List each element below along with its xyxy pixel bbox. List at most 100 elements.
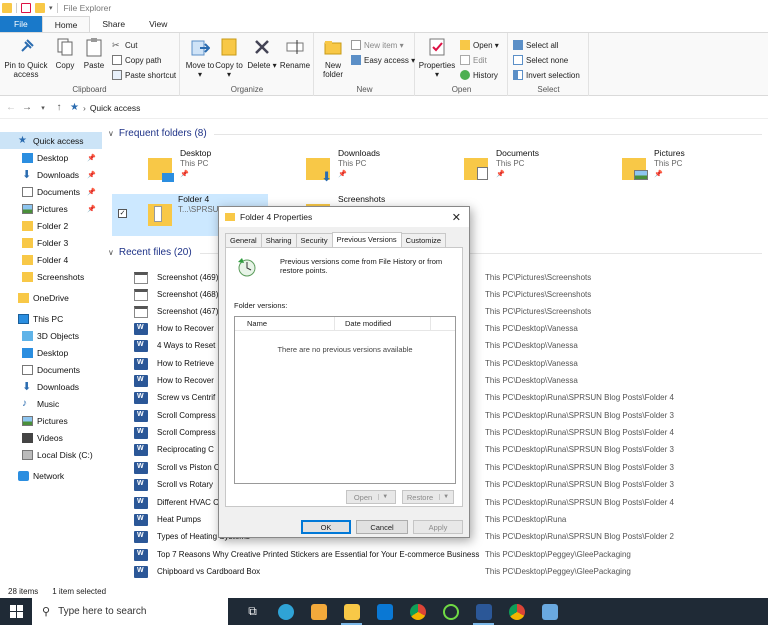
nav-item-3d-objects[interactable]: 3D Objects — [0, 327, 102, 344]
nav-item-downloads[interactable]: ⬇ Downloads 📌 — [0, 166, 102, 183]
recent-files-heading[interactable]: ∨ Recent files (20) — [108, 247, 192, 258]
nav-item-label: Folder 3 — [37, 237, 69, 248]
tab-general[interactable]: General — [225, 233, 262, 247]
nav-item-folder-4[interactable]: Folder 4 — [0, 251, 102, 268]
breadcrumb[interactable]: ★ › Quick access — [70, 102, 140, 113]
folder-tile-documents[interactable]: Documents This PC 📌 — [422, 148, 580, 190]
history-button[interactable]: History — [460, 70, 498, 80]
chrome-app[interactable] — [401, 598, 434, 625]
cancel-button[interactable]: Cancel — [356, 520, 408, 534]
edit-button[interactable]: Edit — [460, 55, 487, 65]
nav-item-pictures[interactable]: Pictures 📌 — [0, 200, 102, 217]
tab-file[interactable]: File — [0, 16, 42, 32]
nav-item-videos[interactable]: Videos — [0, 429, 102, 446]
new-item-button[interactable]: New item ▾ — [351, 40, 404, 50]
list-item[interactable]: Chipboard vs Cardboard Box This PC\Deskto… — [134, 563, 764, 580]
mail-icon — [376, 603, 393, 620]
rename-button[interactable]: Rename — [279, 36, 311, 70]
nav-item-documents-pc[interactable]: Documents — [0, 361, 102, 378]
move-to-button[interactable]: Move to ▾ — [185, 36, 215, 79]
desktop-icon — [22, 152, 33, 163]
nav-item-quick-access[interactable]: ★ Quick access — [0, 132, 102, 149]
file-explorer-app[interactable] — [335, 598, 368, 625]
nav-item-screenshots[interactable]: Screenshots — [0, 268, 102, 285]
list-item[interactable]: Top 7 Reasons Why Creative Printed Stick… — [134, 546, 764, 563]
tab-home[interactable]: Home — [41, 16, 91, 32]
pin-quick-access-button[interactable]: Pin to Quick access — [4, 36, 48, 79]
paste-button[interactable]: Paste — [80, 36, 108, 70]
back-arrow-icon[interactable]: ← — [6, 102, 16, 113]
nav-item-documents[interactable]: Documents 📌 — [0, 183, 102, 200]
new-folder-icon[interactable] — [35, 3, 45, 13]
close-icon[interactable]: ✕ — [452, 211, 461, 224]
open-version-button[interactable]: Open ▼ — [346, 490, 396, 504]
tab-previous-versions[interactable]: Previous Versions — [331, 232, 402, 248]
invert-selection-button[interactable]: Invert selection — [513, 70, 580, 80]
nav-item-downloads-pc[interactable]: ⬇ Downloads — [0, 378, 102, 395]
copy-button[interactable]: Copy — [52, 36, 78, 70]
network-app[interactable] — [533, 598, 566, 625]
store-app[interactable] — [302, 598, 335, 625]
up-arrow-icon[interactable]: ↑ — [54, 102, 64, 113]
tab-sharing[interactable]: Sharing — [260, 233, 297, 247]
nav-item-folder-3[interactable]: Folder 3 — [0, 234, 102, 251]
restore-button[interactable]: Restore ▼ — [402, 490, 454, 504]
delete-button[interactable]: Delete ▾ — [247, 36, 277, 70]
start-button[interactable] — [0, 598, 32, 625]
upwork-app[interactable] — [434, 598, 467, 625]
pin-icon[interactable]: 📌 — [87, 188, 96, 196]
chrome-app-2[interactable] — [500, 598, 533, 625]
copy-to-button[interactable]: Copy to ▾ — [215, 36, 243, 79]
open-button[interactable]: Open ▾ — [460, 40, 499, 50]
paste-shortcut-button[interactable]: Paste shortcut — [112, 70, 176, 80]
cut-button[interactable]: ✂ Cut — [112, 40, 137, 50]
nav-item-music[interactable]: ♪ Music — [0, 395, 102, 412]
column-name[interactable]: Name — [235, 317, 335, 330]
new-folder-button[interactable]: New folder — [317, 36, 349, 79]
select-all-button[interactable]: Select all — [513, 40, 558, 50]
column-date-modified[interactable]: Date modified — [335, 317, 431, 330]
properties-icon — [426, 36, 448, 58]
chevron-down-icon[interactable]: ▾ — [49, 4, 53, 12]
copy-path-button[interactable]: Copy path — [112, 55, 161, 65]
upwork-icon — [442, 603, 459, 620]
nav-item-local-disk[interactable]: Local Disk (C:) — [0, 446, 102, 463]
pin-icon[interactable]: 📌 — [87, 205, 96, 213]
tab-view[interactable]: View — [137, 16, 179, 32]
pin-icon[interactable]: 📌 — [87, 154, 96, 162]
selection-checkbox[interactable]: ✓ — [118, 209, 127, 218]
mail-app[interactable] — [368, 598, 401, 625]
folder-tile-downloads[interactable]: ⬇ Downloads This PC 📌 — [264, 148, 422, 190]
nav-item-desktop-pc[interactable]: Desktop — [0, 344, 102, 361]
easy-access-button[interactable]: Easy access ▾ — [351, 55, 415, 65]
tab-customize[interactable]: Customize — [400, 233, 447, 247]
folder-icon[interactable] — [2, 3, 12, 13]
task-view-button[interactable]: ⧉ — [236, 598, 269, 625]
select-none-button[interactable]: Select none — [513, 55, 568, 65]
forward-arrow-icon[interactable]: → — [22, 102, 32, 113]
edge-icon — [277, 603, 294, 620]
pin-icon[interactable]: 📌 — [87, 171, 96, 179]
edge-app[interactable] — [269, 598, 302, 625]
word-app[interactable] — [467, 598, 500, 625]
folder-tile-pictures[interactable]: Pictures This PC 📌 — [580, 148, 738, 190]
properties-button[interactable]: Properties ▾ — [418, 36, 456, 79]
properties-icon[interactable] — [21, 3, 31, 13]
frequent-folders-heading[interactable]: ∨ Frequent folders (8) — [108, 128, 207, 139]
ok-button[interactable]: OK — [301, 520, 351, 534]
dialog-title-bar[interactable]: Folder 4 Properties ✕ — [219, 207, 469, 227]
tab-security[interactable]: Security — [295, 233, 333, 247]
nav-item-folder-2[interactable]: Folder 2 — [0, 217, 102, 234]
tab-share[interactable]: Share — [90, 16, 137, 32]
folder-tile-desktop[interactable]: Desktop This PC 📌 — [106, 148, 264, 190]
breadcrumb-item[interactable]: Quick access — [90, 103, 141, 113]
apply-button[interactable]: Apply — [413, 520, 463, 534]
chevron-down-icon[interactable]: ▾ — [38, 104, 48, 112]
nav-item-pictures-pc[interactable]: Pictures — [0, 412, 102, 429]
nav-item-onedrive[interactable]: OneDrive — [0, 289, 102, 306]
taskbar-search[interactable]: ⚲ Type here to search — [32, 598, 228, 625]
nav-item-this-pc[interactable]: This PC — [0, 310, 102, 327]
nav-item-network[interactable]: Network — [0, 467, 102, 484]
folder-versions-list[interactable]: Name Date modified There are no previous… — [234, 316, 456, 484]
nav-item-desktop[interactable]: Desktop 📌 — [0, 149, 102, 166]
